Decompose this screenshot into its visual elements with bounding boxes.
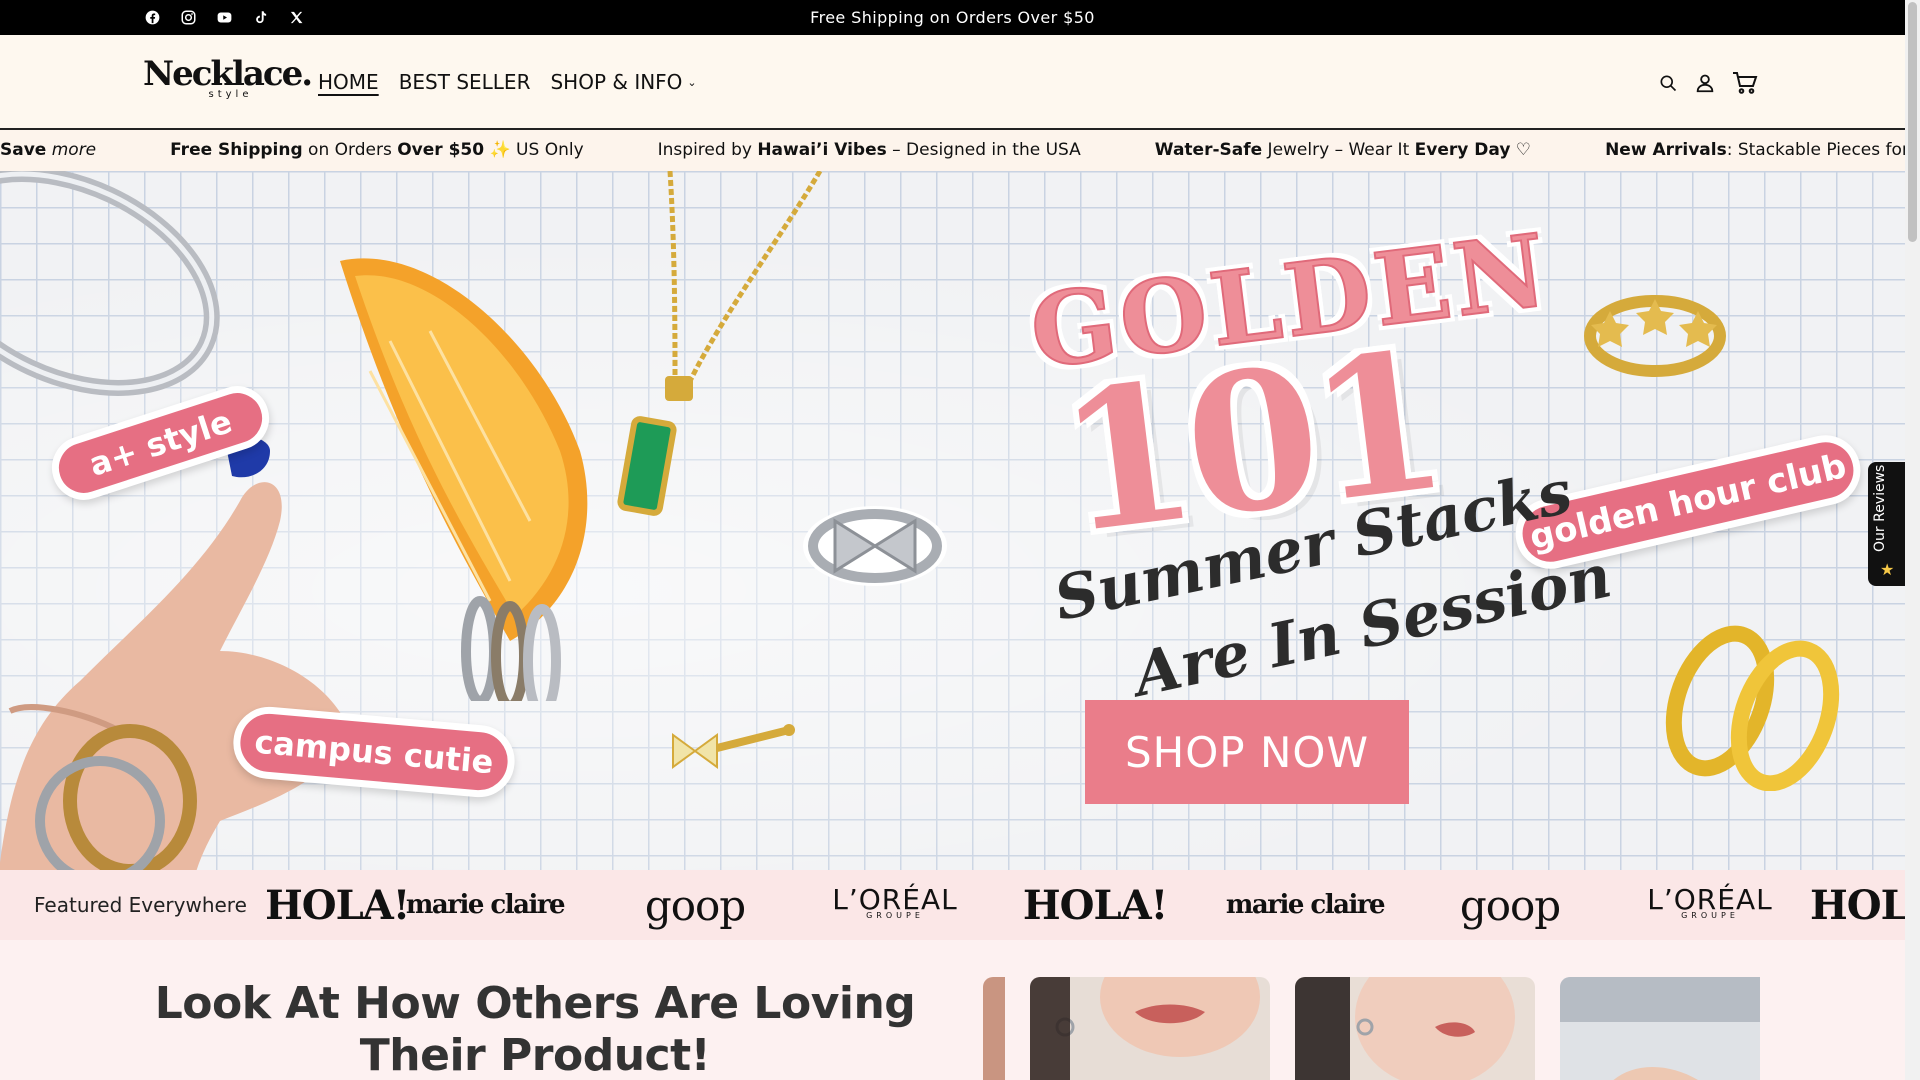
search-icon[interactable] <box>1658 73 1678 93</box>
marquee-item: New Arrivals: Stackable Pieces for Your … <box>1605 130 1905 171</box>
review-photo[interactable] <box>1030 977 1270 1080</box>
bow-ring-image <box>803 506 947 586</box>
promo-marquee: Save more Free Shipping on Orders Over $… <box>0 130 1905 171</box>
marquee-track: Save more Free Shipping on Orders Over $… <box>0 130 1905 171</box>
cart-icon[interactable] <box>1732 71 1758 95</box>
chevron-down-icon: ⌄ <box>687 75 697 89</box>
our-reviews-tab[interactable]: Our Reviews ★ <box>1868 462 1908 586</box>
marquee-item: Water-Safe Jewelry – Wear It Every Day ♡ <box>1155 130 1531 171</box>
brand-logo[interactable]: Necklace. style <box>143 54 313 107</box>
press-logo-loreal: L’ORÉAL GROUPE <box>1610 886 1810 921</box>
gold-hoops-image <box>1665 625 1840 791</box>
press-logo-marie-claire: marie claire <box>405 890 566 920</box>
page-scrollbar[interactable] <box>1905 0 1920 1080</box>
featured-press-bar: Featured Everywhere HOLA! marie claire g… <box>0 870 1905 940</box>
reviews-section-title: Look At How Others Are Loving Their Prod… <box>154 978 916 1080</box>
tiktok-icon[interactable] <box>251 8 269 26</box>
account-icon[interactable] <box>1694 72 1716 94</box>
marquee-item: Free Shipping on Orders Over $50 ✨ US On… <box>170 130 583 171</box>
marquee-item-bold: Every Day <box>1414 140 1511 160</box>
scrollbar-thumb[interactable] <box>1908 2 1917 242</box>
marquee-item-text: – Designed in the USA <box>886 140 1081 160</box>
bow-earring-image <box>672 724 795 769</box>
review-photo[interactable] <box>1560 977 1760 1080</box>
loreal-subtext: GROUPE <box>866 911 924 920</box>
x-icon[interactable] <box>287 8 305 26</box>
marquee-item-text: ♡ <box>1510 140 1532 160</box>
shop-now-button[interactable]: SHOP NOW <box>1085 700 1409 804</box>
press-logos: HOLA! marie claire goop L’ORÉAL GROUPE HO… <box>250 870 1905 940</box>
press-logo-loreal: L’ORÉAL GROUPE <box>800 886 990 921</box>
press-logo-hola: HOLA! <box>1022 881 1168 929</box>
review-photo[interactable] <box>983 977 1005 1080</box>
nav-best-seller-label: BEST SELLER <box>398 70 531 94</box>
header-actions <box>1658 71 1758 95</box>
marquee-item-text: Jewelry – Wear It <box>1262 140 1415 160</box>
star-icon: ★ <box>1880 560 1895 579</box>
marquee-item-bold: Over $50 <box>397 140 485 160</box>
nav-best-seller[interactable]: BEST SELLER <box>399 70 531 94</box>
marquee-item-text: Inspired by <box>657 140 758 160</box>
nav-home-label: HOME <box>318 70 379 94</box>
marquee-item-bold: Save <box>0 140 47 160</box>
marquee-item-bold: Water-Safe <box>1154 140 1263 160</box>
instagram-icon[interactable] <box>179 8 197 26</box>
marquee-item: Save more <box>0 130 96 171</box>
press-label: Featured Everywhere <box>34 870 267 940</box>
marquee-item-text: more <box>51 140 97 160</box>
marquee-item-bold: Free Shipping <box>170 140 303 160</box>
marquee-item: Inspired by Hawai’i Vibes – Designed in … <box>658 130 1081 171</box>
press-logo-hola: HOLA! <box>1810 881 1905 929</box>
reviews-tab-label: Our Reviews <box>1872 464 1888 552</box>
logo-text: Necklace. <box>143 54 313 94</box>
loreal-subtext: GROUPE <box>1681 911 1739 920</box>
marquee-item-bold: Hawai’i Vibes <box>757 140 887 160</box>
press-logo-goop: goop <box>644 880 746 930</box>
marquee-item-text: ✨ US Only <box>484 140 584 160</box>
announcement-bar: Free Shipping on Orders Over $50 <box>0 0 1905 35</box>
site-header: Necklace. style HOME BEST SELLER SHOP & … <box>0 35 1905 130</box>
emerald-necklace-image <box>617 171 823 516</box>
orange-slice-image <box>340 258 588 701</box>
social-links <box>143 8 305 26</box>
star-ring-image <box>1584 295 1726 377</box>
nav-home[interactable]: HOME <box>318 70 379 94</box>
press-logo-goop: goop <box>1459 880 1561 930</box>
youtube-icon[interactable] <box>215 8 233 26</box>
nav-shop-info[interactable]: SHOP & INFO ⌄ <box>550 70 696 94</box>
main-nav: HOME BEST SELLER SHOP & INFO ⌄ <box>318 70 697 94</box>
press-logo-hola: HOLA! <box>265 881 410 929</box>
facebook-icon[interactable] <box>143 8 161 26</box>
marquee-item-text: : Stackable Pieces for Your Summer Look! <box>1726 140 1905 160</box>
customer-reviews-section: Look At How Others Are Loving Their Prod… <box>0 940 1905 1080</box>
press-logo-marie-claire: marie claire <box>1225 890 1386 920</box>
nav-shop-info-label: SHOP & INFO <box>550 70 683 94</box>
hero-banner[interactable]: a+ style campus cutie golden hour club G… <box>0 171 1905 870</box>
review-photo[interactable] <box>1295 977 1535 1080</box>
marquee-item-bold: New Arrivals <box>1605 140 1727 160</box>
marquee-item-text: on Orders <box>302 140 398 160</box>
